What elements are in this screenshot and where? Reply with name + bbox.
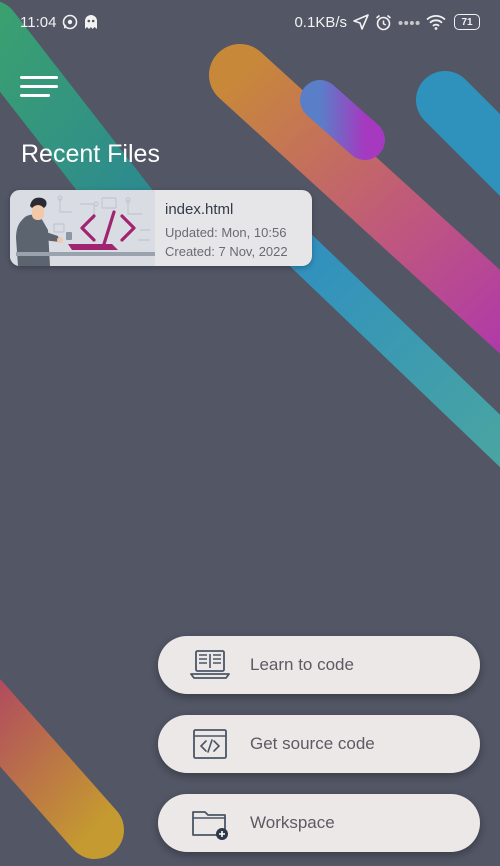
get-source-code-button[interactable]: Get source code [158, 715, 480, 773]
wifi-icon [426, 14, 446, 30]
location-arrow-icon [353, 14, 369, 30]
recent-file-info: index.html Updated: Mon, 10:56 Created: … [155, 190, 288, 266]
page-title: Recent Files [21, 140, 160, 168]
learn-to-code-button[interactable]: Learn to code [158, 636, 480, 694]
folder-add-icon [192, 811, 228, 840]
alarm-icon [375, 14, 392, 31]
developer-code-illustration [10, 190, 155, 266]
learn-to-code-label: Learn to code [250, 655, 354, 674]
network-speed: 0.1KB/s [294, 13, 347, 31]
dots-icon [398, 18, 420, 26]
hamburger-menu-icon[interactable] [20, 74, 60, 100]
get-source-code-label: Get source code [250, 734, 375, 753]
file-created: Created: 7 Nov, 2022 [165, 244, 288, 259]
whatsapp-icon [62, 14, 78, 30]
workspace-button[interactable]: Workspace [158, 794, 480, 852]
status-bar: 11:04 0.1KB/s 71 [0, 0, 500, 44]
battery-icon: 71 [454, 14, 480, 30]
laptop-book-icon [190, 650, 230, 679]
ghost-icon [84, 14, 98, 30]
status-time: 11:04 [20, 13, 57, 31]
code-window-icon [193, 729, 227, 759]
file-updated: Updated: Mon, 10:56 [165, 225, 287, 240]
workspace-label: Workspace [250, 813, 335, 832]
recent-file-card[interactable]: index.html Updated: Mon, 10:56 Created: … [10, 190, 312, 266]
file-name: index.html [165, 201, 234, 218]
